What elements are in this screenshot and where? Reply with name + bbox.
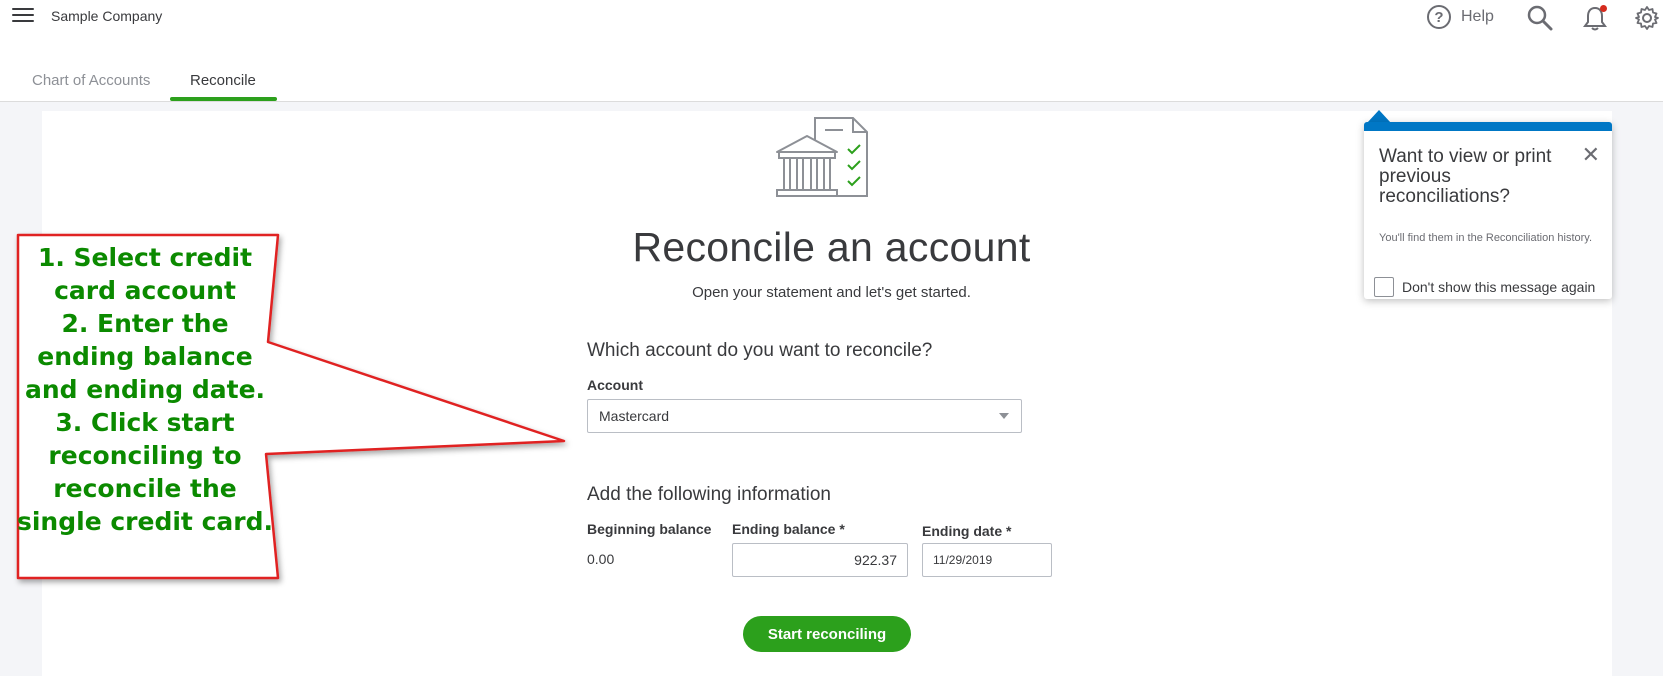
account-select-value: Mastercard [599,408,670,424]
tab-reconcile[interactable]: Reconcile [190,72,256,89]
callout-line: 2. Enter the [61,309,229,338]
ending-balance-input[interactable] [732,543,908,577]
dropdown-caret-icon [999,413,1009,419]
account-label: Account [587,377,643,393]
dont-show-again-checkbox[interactable] [1374,277,1394,297]
callout-line: single credit card. [16,507,273,536]
beginning-balance-value: 0.00 [587,551,615,567]
callout-text: 1. Select credit card account 2. Enter t… [16,241,274,538]
popover-body: You'll find them in the Reconciliation h… [1379,232,1593,244]
account-select[interactable]: Mastercard [587,399,1022,433]
ending-date-label: Ending date * [922,523,1012,539]
tab-chart-of-accounts[interactable]: Chart of Accounts [32,72,150,89]
help-label: Help [1461,8,1494,25]
top-bar: Sample Company ? Help Chart of Accounts … [0,0,1663,102]
bell-icon[interactable] [1581,4,1609,32]
ending-date-input[interactable] [922,543,1052,577]
callout-line: reconciling to [48,441,242,470]
gear-icon[interactable] [1633,4,1661,32]
callout-line: reconcile the [53,474,237,503]
search-icon[interactable] [1526,4,1554,32]
notification-dot [1600,5,1607,12]
hamburger-icon[interactable] [12,8,34,26]
info-section-heading: Add the following information [587,484,831,505]
popover-title: Want to view or print previous reconcili… [1379,146,1552,207]
callout-line: card account [54,276,236,305]
help-button[interactable]: ? Help [1427,4,1494,30]
beginning-balance-label: Beginning balance [587,521,712,537]
company-name: Sample Company [51,8,163,24]
callout-line: and ending date. [24,375,266,404]
close-icon[interactable]: ✕ [1582,144,1600,166]
active-tab-indicator [170,97,277,101]
ending-balance-label: Ending balance * [732,521,845,537]
bank-statement-icon [775,116,880,206]
help-icon: ? [1427,5,1451,29]
callout-line: 1. Select credit [37,243,253,272]
callout-line: 3. Click start [55,408,235,437]
start-reconciling-button[interactable]: Start reconciling [743,616,911,652]
callout-line: ending balance [37,342,253,371]
reconciliation-history-popover: Want to view or print previous reconcili… [1364,122,1612,299]
dont-show-again-label[interactable]: Don't show this message again [1402,279,1595,295]
account-section-heading: Which account do you want to reconcile? [587,340,933,361]
